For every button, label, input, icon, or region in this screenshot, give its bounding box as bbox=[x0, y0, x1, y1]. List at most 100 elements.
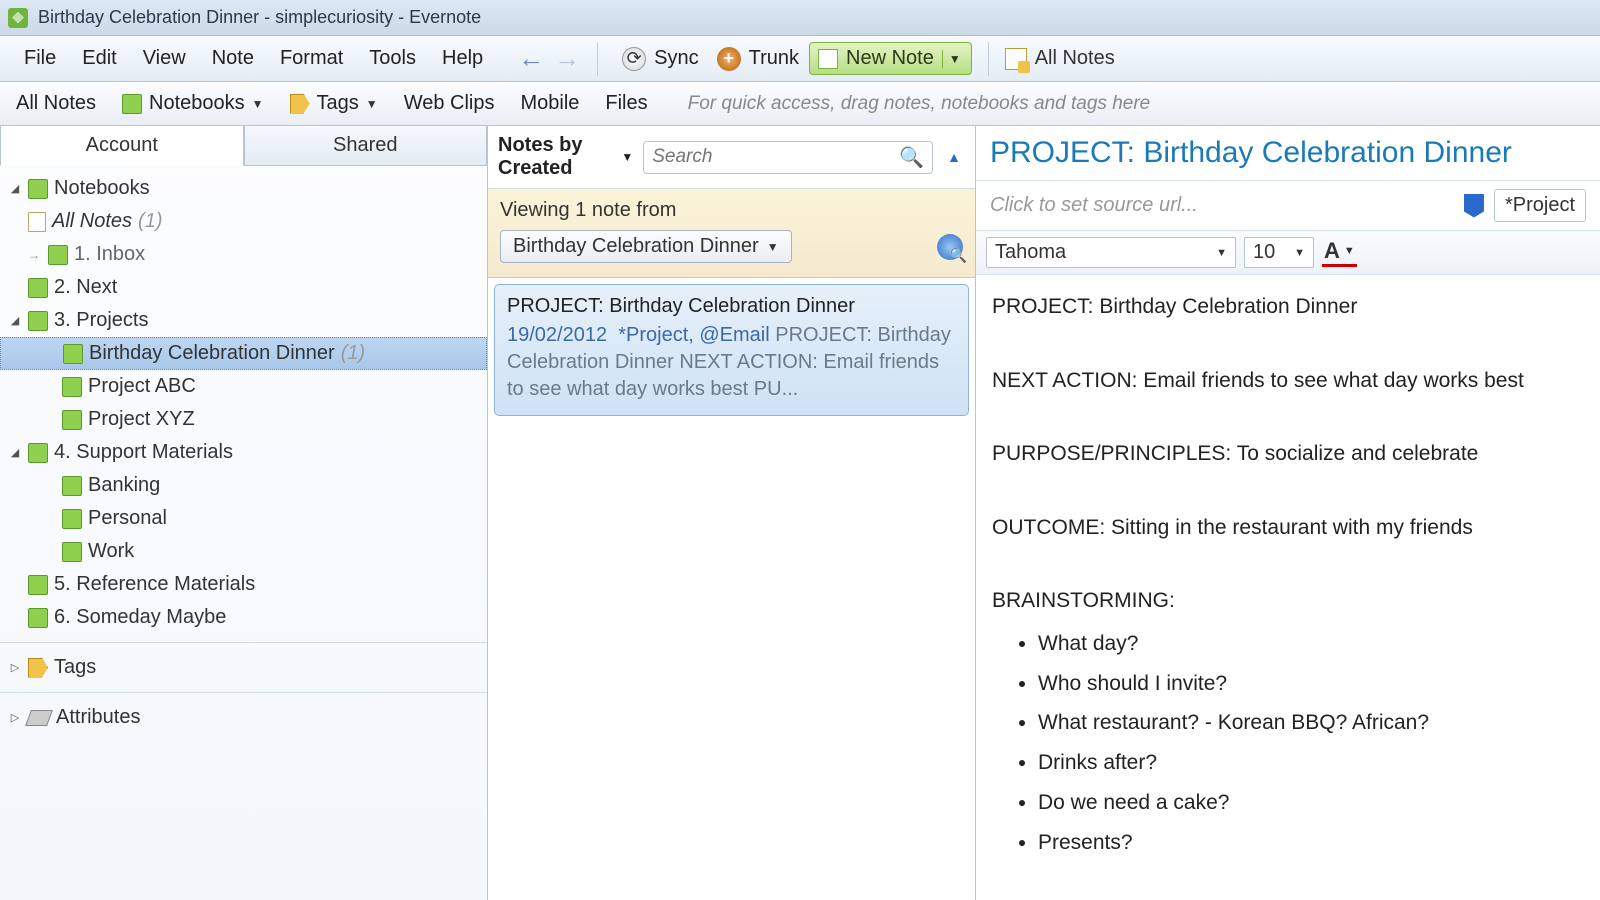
notebook-filter-dropdown[interactable]: Birthday Celebration Dinner ▼ bbox=[500, 230, 792, 263]
tree-item-banking[interactable]: Banking bbox=[0, 469, 487, 502]
tree-label: Banking bbox=[88, 474, 160, 497]
body-line-next-action: NEXT ACTION: Email friends to see what d… bbox=[992, 363, 1584, 400]
tree-count: (1) bbox=[138, 210, 162, 233]
note-title[interactable]: PROJECT: Birthday Celebration Dinner bbox=[976, 126, 1600, 181]
tree-item-someday[interactable]: 6. Someday Maybe bbox=[0, 601, 487, 634]
filter-webclips[interactable]: Web Clips bbox=[398, 89, 501, 118]
note-tag-field[interactable]: *Project bbox=[1494, 189, 1586, 222]
list-item: Drinks after? bbox=[1038, 745, 1584, 782]
note-card[interactable]: PROJECT: Birthday Celebration Dinner 19/… bbox=[494, 284, 969, 416]
tree-item-reference[interactable]: 5. Reference Materials bbox=[0, 568, 487, 601]
sync-label: Sync bbox=[654, 47, 698, 70]
note-card-tags: *Project, @Email bbox=[618, 324, 769, 346]
tree-label: Project XYZ bbox=[88, 408, 195, 431]
filter-files[interactable]: Files bbox=[599, 89, 653, 118]
tree-label: Personal bbox=[88, 507, 167, 530]
tab-account[interactable]: Account bbox=[0, 126, 244, 166]
new-note-label: New Note bbox=[846, 47, 934, 70]
filterbar-hint: For quick access, drag notes, notebooks … bbox=[688, 93, 1151, 115]
viewing-label: Viewing 1 note from bbox=[500, 199, 963, 222]
tree-tags-root[interactable]: ▷ Tags bbox=[0, 651, 487, 684]
sync-button[interactable]: ⟳ Sync bbox=[614, 43, 706, 75]
filter-all-notes[interactable]: All Notes bbox=[10, 89, 102, 118]
tree-attributes-root[interactable]: ▷ Attributes bbox=[0, 701, 487, 734]
nav-back-icon[interactable]: ← bbox=[517, 45, 545, 73]
window-title: Birthday Celebration Dinner - simplecuri… bbox=[38, 7, 481, 28]
source-url-field[interactable]: Click to set source url... bbox=[990, 194, 1454, 217]
new-note-button[interactable]: New Note ▼ bbox=[809, 42, 972, 75]
sidebar-tabs: Account Shared bbox=[0, 126, 487, 166]
tree-item-inbox[interactable]: → 1. Inbox bbox=[0, 238, 487, 271]
notebook-icon bbox=[28, 278, 48, 298]
sort-dropdown[interactable]: Notes by Created ▼ bbox=[498, 134, 633, 180]
font-family-select[interactable]: Tahoma ▼ bbox=[986, 237, 1236, 268]
notebook-icon bbox=[122, 94, 142, 114]
body-line-purpose: PURPOSE/PRINCIPLES: To socialize and cel… bbox=[992, 436, 1584, 473]
separator bbox=[597, 42, 598, 76]
tree-all-notes[interactable]: All Notes (1) bbox=[0, 205, 487, 238]
notebook-icon bbox=[28, 575, 48, 595]
tag-chip-icon bbox=[1464, 194, 1484, 218]
tree-label: Work bbox=[88, 540, 134, 563]
notebook-stack-icon bbox=[28, 311, 48, 331]
trunk-label: Trunk bbox=[749, 47, 799, 70]
font-color-button[interactable]: A ▼ bbox=[1322, 238, 1357, 267]
tree-item-birthday-dinner[interactable]: Birthday Celebration Dinner (1) bbox=[0, 337, 487, 370]
filter-mobile[interactable]: Mobile bbox=[514, 89, 585, 118]
tree-item-projects[interactable]: ◢ 3. Projects bbox=[0, 304, 487, 337]
note-card-title: PROJECT: Birthday Celebration Dinner bbox=[507, 295, 956, 318]
expand-icon[interactable]: ▷ bbox=[8, 711, 22, 724]
tree-count: (1) bbox=[341, 342, 365, 365]
body-bullet-list: What day? Who should I invite? What rest… bbox=[1038, 626, 1584, 862]
tree-item-work[interactable]: Work bbox=[0, 535, 487, 568]
note-body[interactable]: PROJECT: Birthday Celebration Dinner NEX… bbox=[976, 275, 1600, 878]
tree-label: Notebooks bbox=[54, 177, 150, 200]
search-field[interactable]: 🔍 bbox=[643, 141, 933, 174]
tree-label: 3. Projects bbox=[54, 309, 148, 332]
search-icon[interactable]: 🔍 bbox=[899, 145, 924, 170]
arrow-right-icon: → bbox=[28, 248, 42, 262]
chevron-down-icon: ▼ bbox=[1344, 245, 1355, 257]
font-size-select[interactable]: 10 ▼ bbox=[1244, 237, 1314, 268]
tree-item-project-abc[interactable]: Project ABC bbox=[0, 370, 487, 403]
collapse-pane-icon[interactable]: ▲ bbox=[943, 149, 965, 165]
window-titlebar: Birthday Celebration Dinner - simplecuri… bbox=[0, 0, 1600, 36]
all-notes-button[interactable]: All Notes bbox=[1005, 47, 1115, 70]
search-web-icon[interactable] bbox=[937, 234, 963, 260]
tree-label: 4. Support Materials bbox=[54, 441, 233, 464]
chevron-down-icon: ▼ bbox=[1294, 247, 1305, 259]
menu-note[interactable]: Note bbox=[200, 41, 266, 76]
collapse-icon[interactable]: ◢ bbox=[8, 314, 22, 327]
notebook-icon bbox=[62, 509, 82, 529]
tree-item-support-materials[interactable]: ◢ 4. Support Materials bbox=[0, 436, 487, 469]
tree-item-personal[interactable]: Personal bbox=[0, 502, 487, 535]
nav-forward-icon[interactable]: → bbox=[553, 45, 581, 73]
viewing-filter: Viewing 1 note from Birthday Celebration… bbox=[488, 189, 975, 278]
menu-help[interactable]: Help bbox=[430, 41, 495, 76]
collapse-icon[interactable]: ◢ bbox=[8, 182, 22, 195]
filter-tags[interactable]: Tags ▼ bbox=[284, 89, 384, 118]
menu-tools[interactable]: Tools bbox=[357, 41, 428, 76]
menu-format[interactable]: Format bbox=[268, 41, 355, 76]
trunk-button[interactable]: + Trunk bbox=[709, 43, 807, 75]
trunk-icon: + bbox=[717, 47, 741, 71]
tree-item-project-xyz[interactable]: Project XYZ bbox=[0, 403, 487, 436]
filter-notebooks[interactable]: Notebooks ▼ bbox=[116, 89, 270, 118]
menu-view[interactable]: View bbox=[131, 41, 198, 76]
chevron-down-icon: ▼ bbox=[252, 97, 264, 111]
menu-file[interactable]: File bbox=[12, 41, 68, 76]
notebook-icon bbox=[63, 344, 83, 364]
tab-shared[interactable]: Shared bbox=[244, 126, 488, 166]
tree-notebooks-root[interactable]: ◢ Notebooks bbox=[0, 172, 487, 205]
tree-item-next[interactable]: 2. Next bbox=[0, 271, 487, 304]
search-input[interactable] bbox=[652, 146, 899, 168]
collapse-icon[interactable]: ◢ bbox=[8, 446, 22, 459]
tree-label: Tags bbox=[54, 656, 96, 679]
tree-label: Birthday Celebration Dinner bbox=[89, 342, 335, 365]
all-notes-icon bbox=[1005, 48, 1027, 70]
menu-edit[interactable]: Edit bbox=[70, 41, 128, 76]
new-note-dropdown-icon[interactable]: ▼ bbox=[942, 50, 967, 68]
note-card-date: 19/02/2012 bbox=[507, 324, 607, 346]
tag-icon bbox=[28, 658, 48, 678]
expand-icon[interactable]: ▷ bbox=[8, 661, 22, 674]
